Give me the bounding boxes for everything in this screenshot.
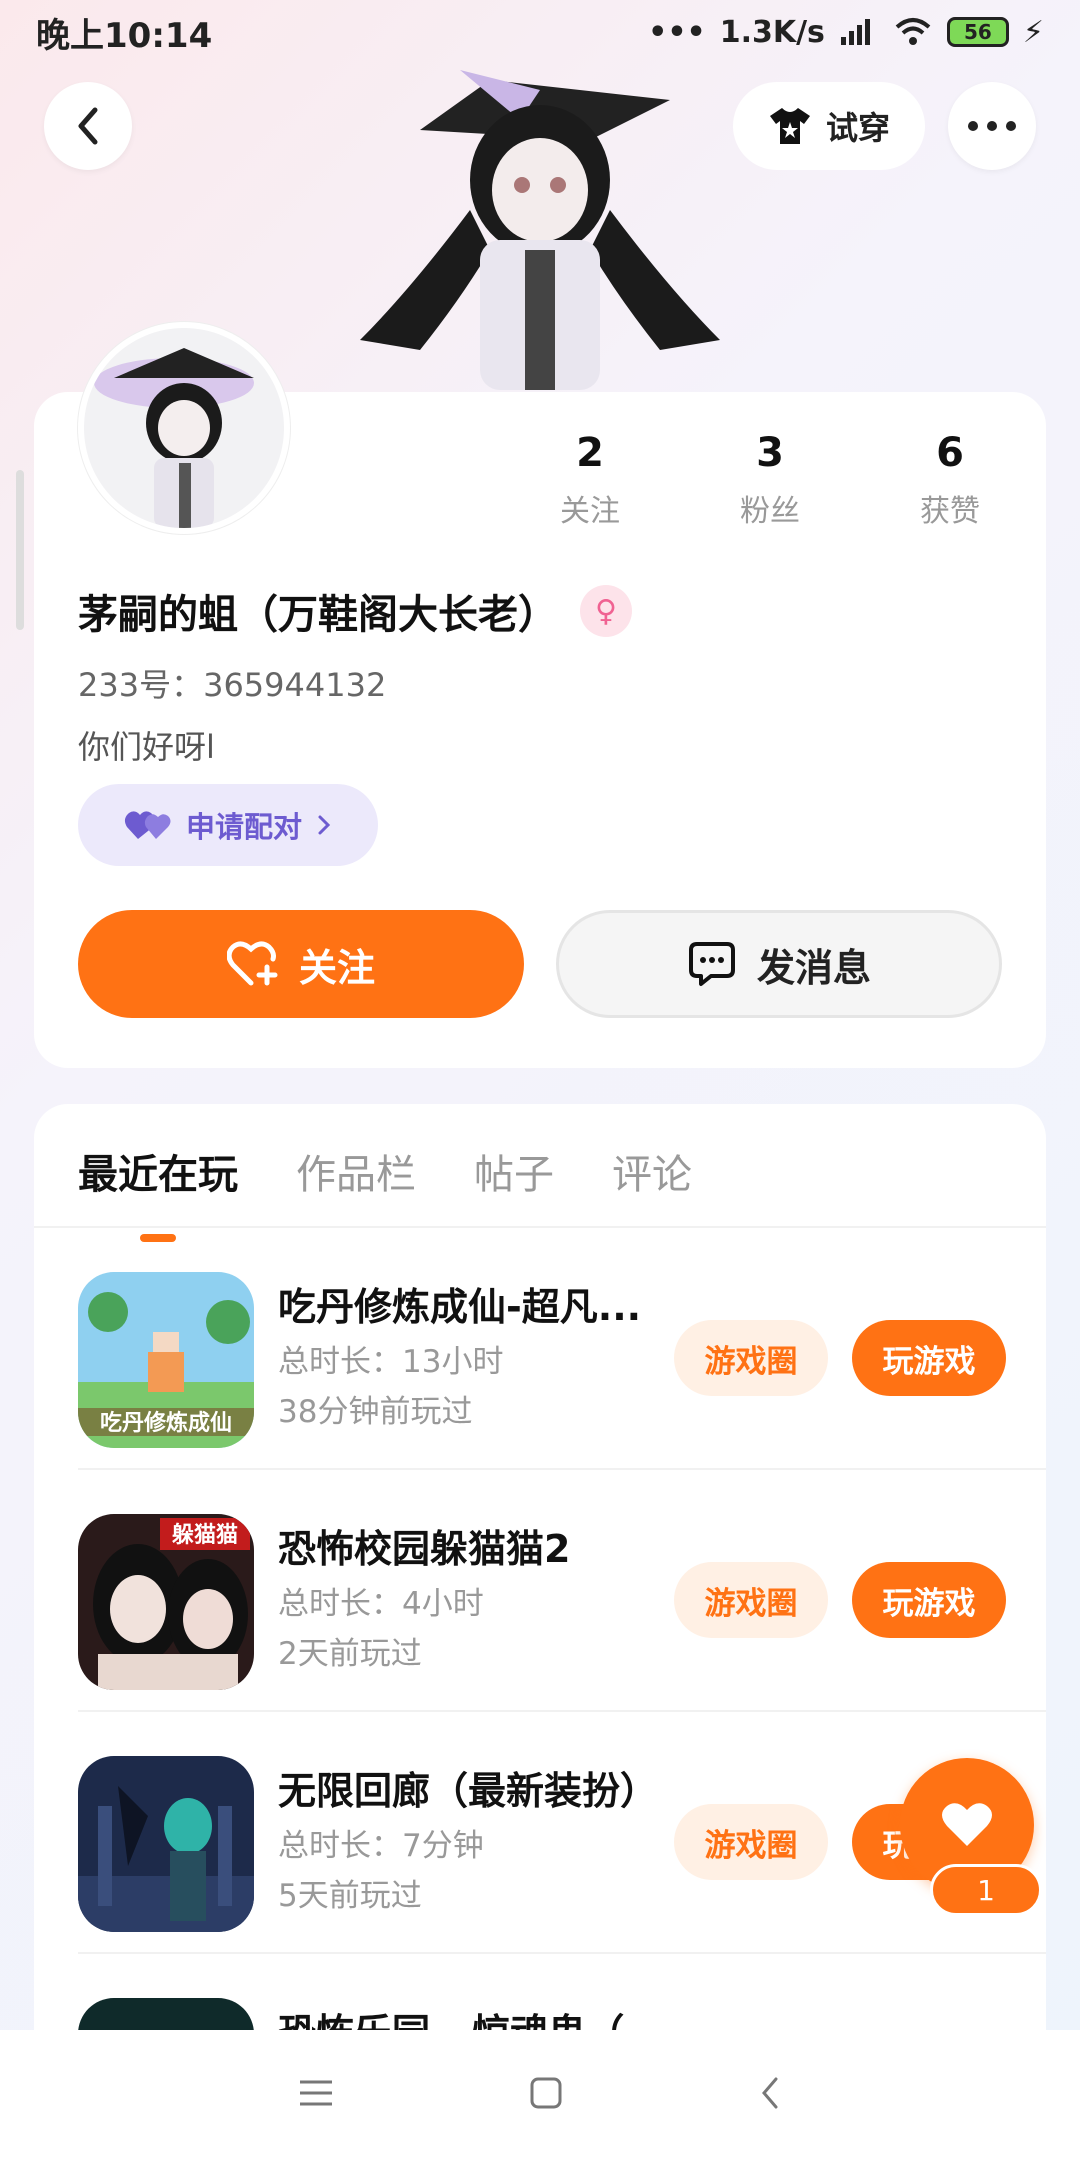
stat-likes[interactable]: 6 获赞 xyxy=(860,430,1040,530)
profile-stats: 2 关注 3 粉丝 6 获赞 xyxy=(500,430,1040,530)
content-tabs: 最近在玩 作品栏 帖子 评论 xyxy=(78,1142,692,1200)
network-speed: 1.3K/s xyxy=(719,14,825,50)
play-game-button[interactable]: 玩游戏 xyxy=(852,1320,1006,1396)
hero-character-image xyxy=(340,60,740,390)
heart-plus-icon xyxy=(226,941,278,986)
game-name: 恐怖校园躲猫猫2 xyxy=(278,1527,571,1571)
content-card: 最近在玩 作品栏 帖子 评论 吃丹修炼成仙 吃丹修炼成仙-超凡... 总时长：1… xyxy=(34,1104,1046,2104)
game-circle-button[interactable]: 游戏圈 xyxy=(674,1562,828,1638)
game-thumbnail[interactable] xyxy=(78,1756,254,1932)
game-row[interactable]: 吃丹修炼成仙 吃丹修炼成仙-超凡... 总时长：13小时 38分钟前玩过 游戏圈… xyxy=(78,1228,1046,1470)
nav-menu-button[interactable] xyxy=(298,2078,334,2112)
home-square-icon xyxy=(530,2077,562,2109)
tshirt-icon xyxy=(769,108,810,144)
send-message-label: 发消息 xyxy=(756,945,871,990)
double-heart-icon xyxy=(124,811,171,839)
game-name: 无限回廊（最新装扮） xyxy=(278,1769,659,1813)
more-options-button[interactable] xyxy=(948,82,1036,170)
follow-button[interactable]: 关注 xyxy=(78,910,524,1018)
game-last-played: 5天前玩过 xyxy=(278,1878,422,1914)
status-bar: 晚上10:14 ••• 1.3K/s 56 ⚡ xyxy=(0,0,1080,64)
stat-fans-count: 3 xyxy=(756,430,784,476)
game-circle-button[interactable]: 游戏圈 xyxy=(674,1804,828,1880)
send-message-button[interactable]: 发消息 xyxy=(556,910,1002,1018)
like-count-badge: 1 xyxy=(930,1864,1042,1916)
chat-bubble-icon xyxy=(688,942,735,986)
game-row[interactable]: 躲猫猫 恐怖校园躲猫猫2 总时长：4小时 2天前玩过 游戏圈 玩游戏 xyxy=(78,1470,1046,1712)
try-on-label: 试穿 xyxy=(825,109,890,147)
signal-dots-icon: ••• xyxy=(648,14,706,50)
female-gender-icon: ♀ xyxy=(580,585,632,637)
nav-home-button[interactable] xyxy=(529,2076,563,2114)
stat-fans[interactable]: 3 粉丝 xyxy=(680,430,860,530)
game-duration: 总时长：4小时 xyxy=(278,1586,484,1622)
game-duration: 总时长：7分钟 xyxy=(278,1828,484,1864)
battery-icon: 56 xyxy=(946,17,1009,47)
heart-icon xyxy=(942,1803,992,1846)
nav-back-button[interactable] xyxy=(758,2075,782,2115)
follow-label: 关注 xyxy=(298,945,375,990)
game-thumbnail[interactable]: 躲猫猫 xyxy=(78,1514,254,1690)
play-game-button[interactable]: 玩游戏 xyxy=(852,1562,1006,1638)
menu-icon xyxy=(299,2080,332,2106)
tab-comments[interactable]: 评论 xyxy=(612,1142,692,1200)
status-time: 晚上10:14 xyxy=(36,15,213,56)
stat-following-label: 关注 xyxy=(560,494,620,529)
game-thumbnail-caption: 吃丹修炼成仙 xyxy=(100,1410,232,1436)
avatar[interactable] xyxy=(78,322,290,534)
user-id: 233号：365944132 xyxy=(78,666,387,704)
game-name: 吃丹修炼成仙-超凡... xyxy=(278,1285,642,1329)
stat-likes-count: 6 xyxy=(936,430,964,476)
nav-back-icon xyxy=(762,2077,778,2109)
game-circle-button[interactable]: 游戏圈 xyxy=(674,1320,828,1396)
stat-following[interactable]: 2 关注 xyxy=(500,430,680,530)
user-bio: 你们好呀l xyxy=(78,728,215,766)
game-last-played: 2天前玩过 xyxy=(278,1636,422,1672)
battery-level: 56 xyxy=(964,20,992,44)
tab-recently-played[interactable]: 最近在玩 xyxy=(78,1142,238,1200)
tab-works[interactable]: 作品栏 xyxy=(296,1142,416,1200)
status-right: ••• 1.3K/s 56 ⚡ xyxy=(648,15,1044,50)
game-last-played: 38分钟前玩过 xyxy=(278,1394,473,1430)
tab-posts[interactable]: 帖子 xyxy=(474,1142,554,1200)
back-button[interactable] xyxy=(44,82,132,170)
wifi-icon xyxy=(895,18,931,45)
charging-icon: ⚡ xyxy=(1022,14,1044,50)
game-thumbnail[interactable]: 吃丹修炼成仙 xyxy=(78,1272,254,1448)
apply-pair-button[interactable]: 申请配对 xyxy=(78,784,378,866)
cell-signal-icon xyxy=(840,19,870,45)
scroll-indicator xyxy=(16,470,24,630)
username: 茅嗣的蛆（万鞋阁大长老） xyxy=(78,592,558,638)
game-duration: 总时长：13小时 xyxy=(278,1344,504,1380)
system-navigation-bar xyxy=(0,2030,1080,2160)
stat-likes-label: 获赞 xyxy=(920,494,980,529)
try-on-button[interactable]: 试穿 xyxy=(733,82,925,170)
chevron-right-icon xyxy=(318,815,331,835)
more-dots-icon xyxy=(968,121,1016,131)
game-thumbnail-caption: 躲猫猫 xyxy=(172,1522,238,1548)
apply-pair-label: 申请配对 xyxy=(185,810,302,844)
username-row: 茅嗣的蛆（万鞋阁大长老） ♀ xyxy=(78,582,632,640)
stat-fans-label: 粉丝 xyxy=(740,494,800,529)
stat-following-count: 2 xyxy=(576,430,604,476)
chevron-left-icon xyxy=(78,107,98,145)
